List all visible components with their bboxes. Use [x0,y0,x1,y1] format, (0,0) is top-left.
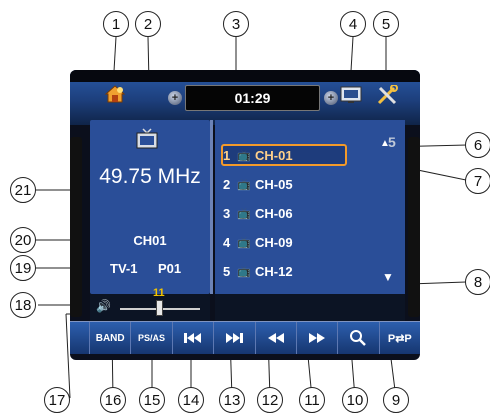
channel-label: CH-01 [255,147,293,163]
frequency-display: 49.75 MHz [99,165,201,188]
ps-as-button[interactable]: PS/AS [131,322,173,354]
tune-down-button[interactable] [256,322,297,354]
channel-list-item-3[interactable]: 3 📺 CH-06 [223,202,343,224]
callout-17: 17 [44,387,70,413]
panel-divider [210,120,213,294]
callout-21: 21 [10,177,36,203]
seek-previous-button[interactable] [173,322,215,354]
channel-list-item-2[interactable]: 2 📺 CH-05 [223,173,343,195]
right-side-tab [408,137,420,317]
skip-previous-icon [183,333,201,343]
channel-label: CH-09 [255,234,293,250]
channel-number: 3 [223,205,231,221]
skip-next-icon [226,333,244,343]
callout-15: 15 [139,387,165,413]
search-icon [350,330,367,346]
volume-value: 11 [153,287,165,299]
callout-16: 16 [100,387,126,413]
channel-number: 2 [223,176,231,192]
channel-number: 4 [223,234,231,250]
band-button[interactable]: BAND [90,322,132,354]
callout-10: 10 [342,387,368,413]
callout-20: 20 [10,227,36,253]
callout-6: 6 [465,132,490,158]
channel-list-item-1[interactable]: 1 📺 CH-01 [221,144,347,166]
left-knob-icon[interactable]: + [168,91,182,105]
callout-4: 4 [340,11,366,37]
channel-list: 1 📺 CH-01 2 📺 CH-05 3 📺 CH-06 4 📺 CH-09 … [215,120,405,294]
clock-display: 01:29 [185,85,320,111]
settings-icon[interactable] [376,84,398,110]
top-bar: + 01:29 + [70,70,420,125]
callout-12: 12 [257,387,283,413]
tv-icon[interactable] [135,128,159,155]
tv-small-icon: 📺 [237,207,251,220]
ps-as-label: PS/AS [138,333,166,343]
tuner-info-panel: 49.75 MHz CH01 TV-1 P01 [90,120,210,294]
tv-small-icon: 📺 [237,178,251,191]
channel-number: 5 [223,263,231,279]
channel-list-item-5[interactable]: 5 📺 CH-12 [223,260,343,282]
preset-swap-button[interactable]: P⇄P [380,322,420,354]
control-bar: BAND PS/AS P⇄P [70,321,420,354]
speaker-icon[interactable]: 🔊 [96,299,111,313]
band-label: BAND [95,332,125,344]
tv-small-icon: 📺 [237,265,251,278]
rewind-icon [267,333,284,343]
home-icon[interactable] [104,84,126,109]
source-label: TV-1 [110,261,138,276]
callout-8: 8 [465,269,490,295]
callout-7: 7 [465,168,490,194]
tv-small-icon: 📺 [237,236,251,249]
callout-2: 2 [135,11,161,37]
tune-up-button[interactable] [297,322,339,354]
search-button[interactable] [338,322,380,354]
callout-14: 14 [178,387,204,413]
top-strip [70,70,420,82]
tv-tuner-screen: + 01:29 + 49.75 MHz CH01 TV-1 P01 1 📺 CH… [70,70,420,360]
scroll-down-icon[interactable]: ▼ [382,270,394,284]
channel-list-item-4[interactable]: 4 📺 CH-09 [223,231,343,253]
right-knob-icon[interactable]: + [324,91,338,105]
channel-label: CH-05 [255,176,293,192]
left-side-tab [70,137,82,317]
status-strip [215,294,405,321]
seek-next-button[interactable] [214,322,256,354]
callout-3: 3 [223,11,249,37]
control-bar-cap [70,322,90,354]
preset-swap-label: P⇄P [387,332,412,345]
screen-icon[interactable] [340,86,362,109]
page-number: 5 [388,134,396,150]
callout-5: 5 [373,11,399,37]
volume-slider-knob[interactable] [156,300,163,316]
callout-18: 18 [10,292,36,318]
callout-19: 19 [10,255,36,281]
fast-forward-icon [309,333,326,343]
channel-label: CH-06 [255,205,293,221]
channel-number: 1 [223,147,231,163]
channel-label: CH-12 [255,263,293,279]
callout-13: 13 [219,387,245,413]
tv-small-icon: 📺 [237,149,251,162]
channel-name: CH01 [133,233,167,248]
callout-9: 9 [383,387,409,413]
preset-label: P01 [158,261,182,276]
volume-area: 🔊 11 [90,287,210,321]
callout-11: 11 [299,387,325,413]
callout-1: 1 [103,11,129,37]
